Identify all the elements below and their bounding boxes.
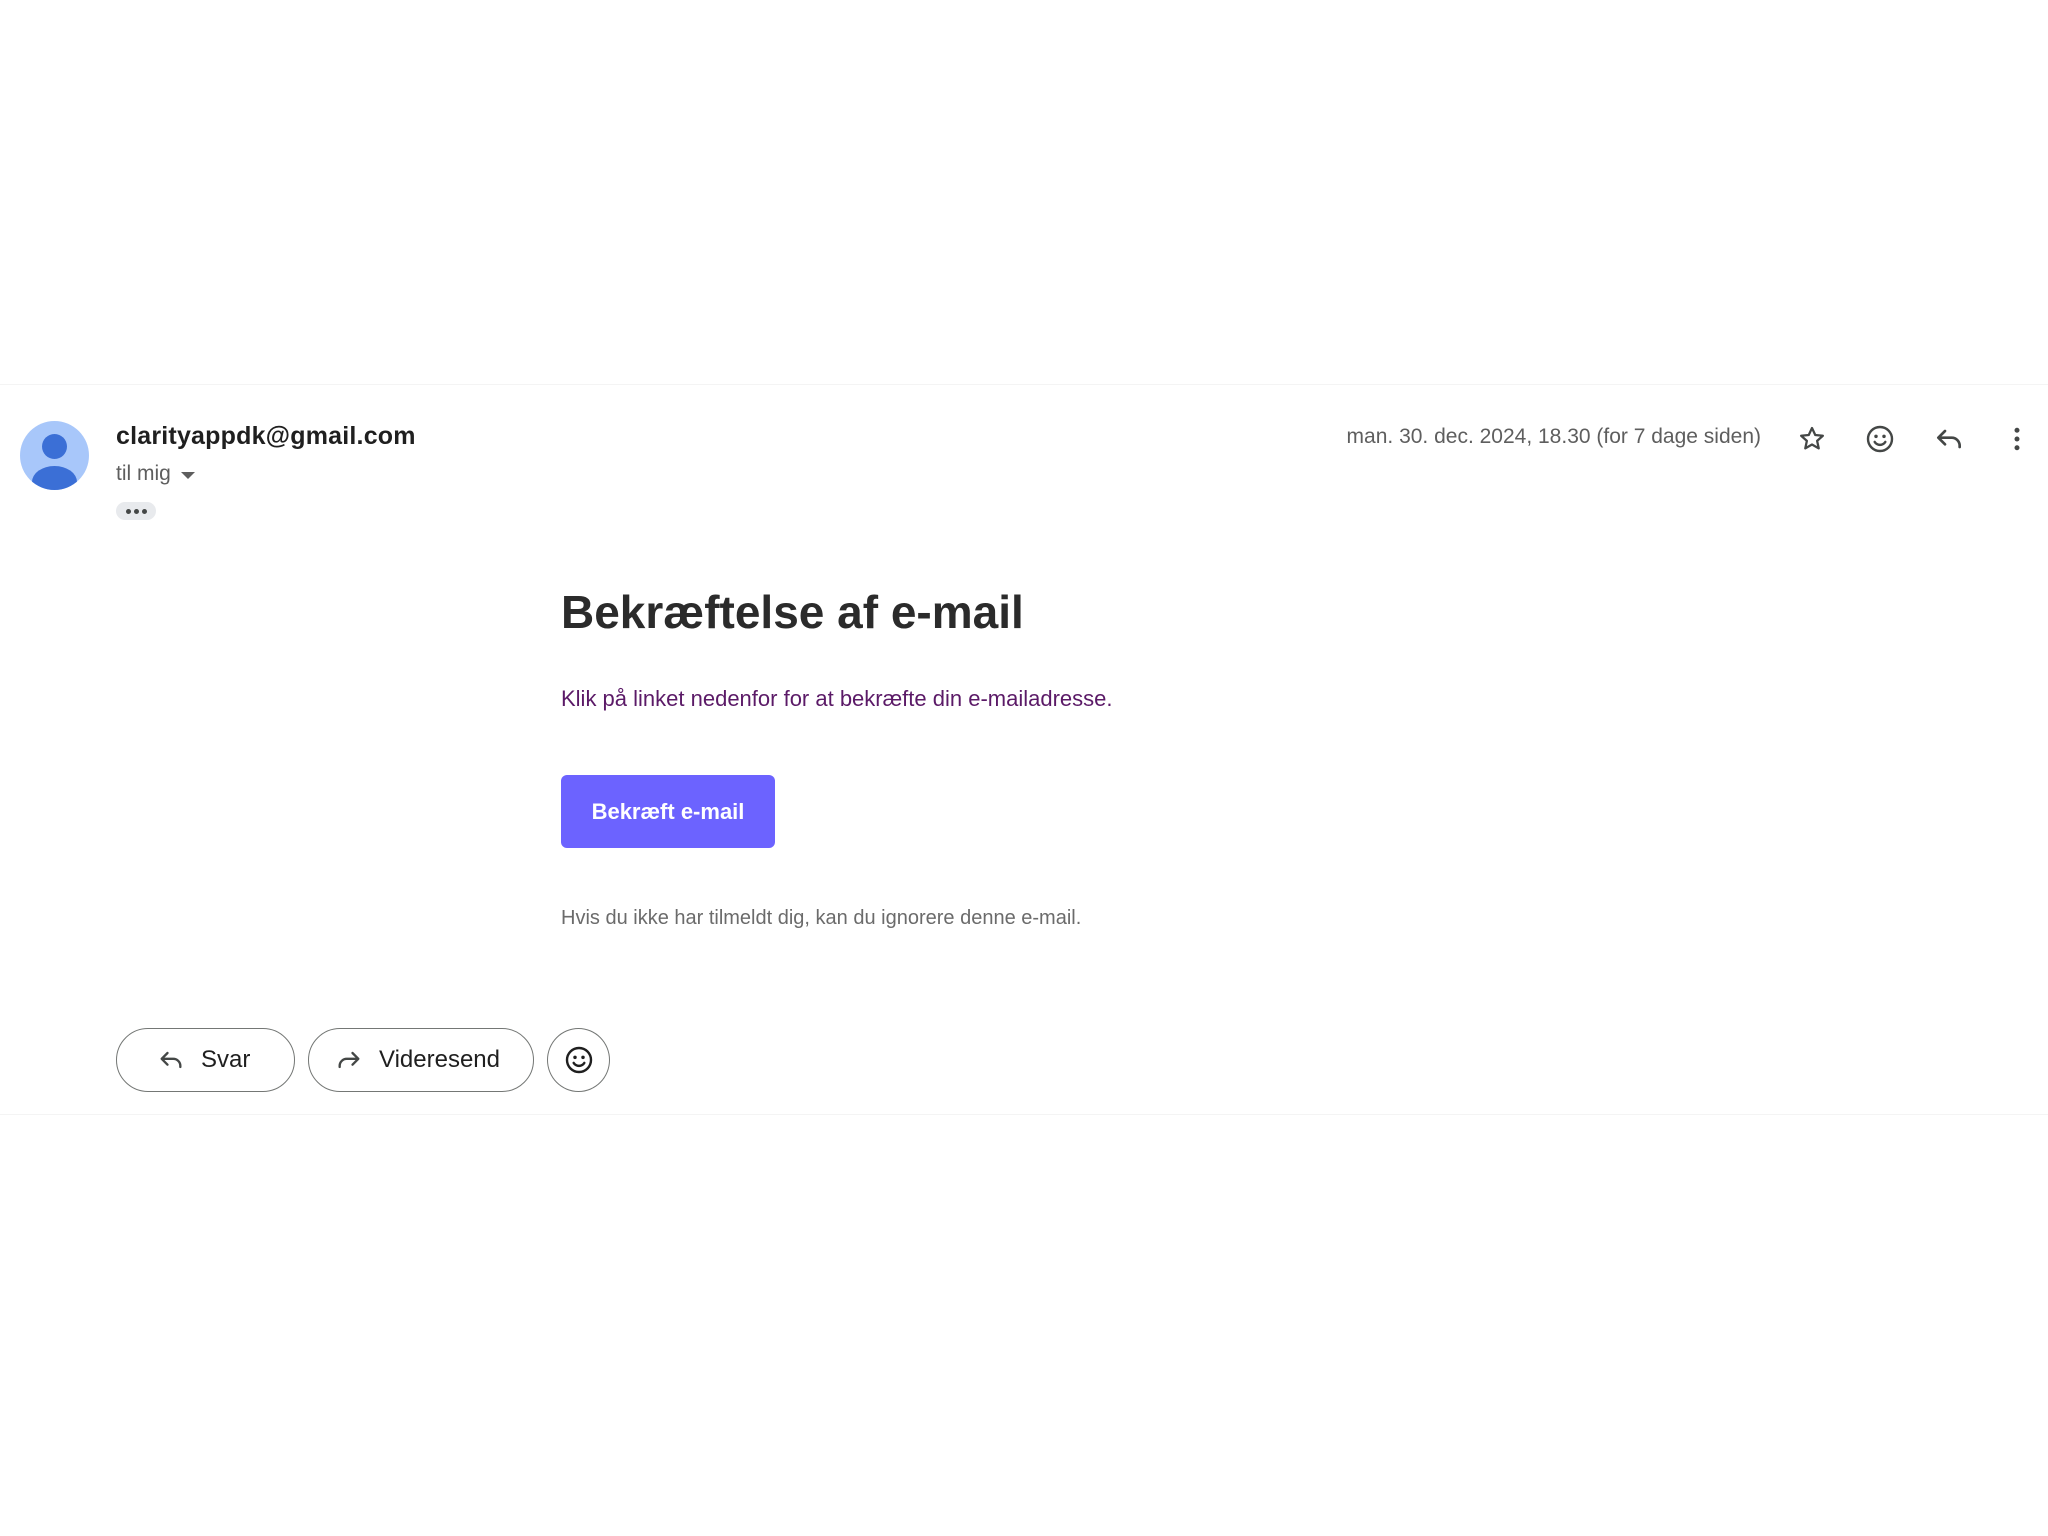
email-view: clarityappdk@gmail.com til mig man. 30. …: [0, 0, 2048, 1536]
smiley-icon: [565, 1046, 592, 1074]
confirm-email-button[interactable]: Bekræft e-mail: [561, 775, 775, 848]
sender-email[interactable]: clarityappdk@gmail.com: [116, 422, 416, 451]
forward-pill-button[interactable]: Videresend: [308, 1028, 534, 1092]
message-timestamp: man. 30. dec. 2024, 18.30 (for 7 dage si…: [1346, 425, 1761, 448]
reply-label: Svar: [201, 1046, 251, 1073]
show-trimmed-content-button[interactable]: [116, 502, 156, 520]
avatar-body-shape: [32, 466, 77, 490]
reply-button[interactable]: [1925, 415, 1973, 463]
star-button[interactable]: [1788, 415, 1836, 463]
reply-icon: [1937, 429, 1961, 449]
dot-icon: [141, 508, 147, 514]
caret-down-icon: [180, 471, 195, 479]
dot-icon: [133, 508, 139, 514]
forward-icon: [335, 1046, 363, 1074]
avatar-head-shape: [42, 434, 67, 459]
recipient-label: til mig: [116, 462, 171, 485]
more-options-button[interactable]: [1993, 415, 2041, 463]
emoji-reaction-pill-button[interactable]: [547, 1028, 610, 1092]
star-icon: [1800, 426, 1824, 450]
message-card: clarityappdk@gmail.com til mig man. 30. …: [0, 384, 2048, 1115]
recipient-details-toggle[interactable]: til mig: [116, 462, 195, 486]
add-reaction-button[interactable]: [1856, 415, 1904, 463]
reply-icon: [157, 1046, 185, 1074]
forward-label: Videresend: [379, 1046, 500, 1073]
reply-pill-button[interactable]: Svar: [116, 1028, 295, 1092]
dot-icon: [125, 508, 131, 514]
email-footer-note: Hvis du ikke har tilmeldt dig, kan du ig…: [561, 907, 1082, 929]
sender-avatar[interactable]: [20, 421, 89, 490]
more-vertical-icon: [2014, 427, 2020, 451]
email-heading: Bekræftelse af e-mail: [561, 586, 1024, 638]
smiley-icon: [1866, 425, 1894, 453]
email-instruction: Klik på linket nedenfor for at bekræfte …: [561, 686, 1113, 711]
